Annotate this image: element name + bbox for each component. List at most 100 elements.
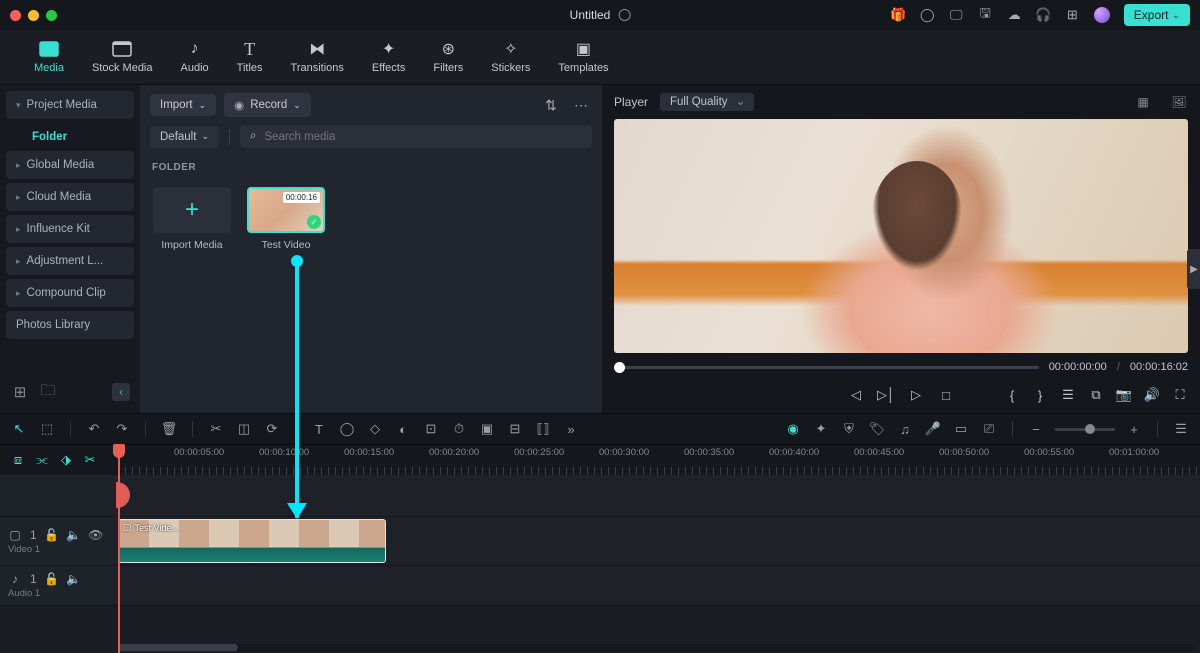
mixer-icon[interactable]: ⎚ [980, 420, 998, 438]
lock-icon[interactable]: 🔓 [45, 528, 59, 542]
play-pause-icon[interactable]: ▷│ [878, 387, 894, 403]
grid-icon[interactable]: ⊞ [1065, 8, 1080, 23]
close-window[interactable] [10, 10, 21, 21]
search-media[interactable]: ⌕ [240, 125, 592, 148]
render-icon[interactable]: ▭ [952, 420, 970, 438]
import-media-card[interactable]: + Import Media [152, 187, 232, 251]
group-icon[interactable]: ⟦⟧ [534, 420, 552, 438]
scrub-slider[interactable] [614, 366, 1039, 369]
zoom-out-icon[interactable]: − [1027, 420, 1045, 438]
tab-titles[interactable]: T Titles [237, 40, 263, 74]
expand-panel-icon[interactable]: ▶ [1187, 249, 1200, 289]
media-clip-card[interactable]: 00:00:16 ✓ Test Video [246, 187, 326, 251]
video-track-head[interactable]: ▢ 1 🔓 🔈 👁 Video 1 [0, 517, 118, 565]
mask-icon[interactable]: ◯ [338, 420, 356, 438]
sidebar-project-media[interactable]: ▾Project Media [6, 91, 134, 119]
timeline-ruler[interactable]: 00:00:05:00 00:00:10:00 00:00:15:00 00:0… [118, 445, 1200, 475]
undo-icon[interactable]: ↶ [85, 420, 103, 438]
tab-transitions[interactable]: ⧓ Transitions [291, 40, 344, 74]
track-icon[interactable]: ⊟ [506, 420, 524, 438]
sidebar-folder[interactable]: Folder [6, 123, 134, 151]
more-icon[interactable]: ⋯ [570, 94, 592, 116]
tab-templates[interactable]: ▣ Templates [558, 40, 608, 74]
sidebar-cloud-media[interactable]: ▸Cloud Media [6, 183, 134, 211]
keyframe-icon[interactable]: ◇ [366, 420, 384, 438]
snapshot-icon[interactable]: 📷 [1116, 387, 1132, 403]
marker2-icon[interactable]: ⬗ [58, 452, 74, 468]
zoom-in-icon[interactable]: + [1125, 420, 1143, 438]
track-spacer-lane[interactable] [118, 475, 1200, 516]
fullscreen-icon[interactable]: ⛶ [1172, 387, 1188, 403]
music-icon[interactable]: ♫ [896, 420, 914, 438]
mic-icon[interactable]: 🎤 [924, 420, 942, 438]
volume-icon[interactable]: 🔊 [1144, 387, 1160, 403]
new-folder-icon[interactable]: ⊞ [10, 383, 30, 401]
sidebar-global-media[interactable]: ▸Global Media [6, 151, 134, 179]
tab-effects[interactable]: ✦ Effects [372, 40, 405, 74]
select-tool-icon[interactable]: ⬚ [38, 420, 56, 438]
mute-icon[interactable]: 🔈 [67, 528, 81, 542]
picture-view-icon[interactable]: 🖼 [1170, 95, 1188, 109]
tab-stock-media[interactable]: Stock Media [92, 40, 153, 74]
redo-icon[interactable]: ↷ [113, 420, 131, 438]
play-icon[interactable]: ▷ [908, 387, 924, 403]
sidebar-adjustment-layer[interactable]: ▸Adjustment L... [6, 247, 134, 275]
monitor-icon[interactable]: 🖵 [949, 8, 964, 23]
tab-stickers[interactable]: ✧ Stickers [491, 40, 530, 74]
export-button[interactable]: Export ⌄ [1124, 4, 1190, 26]
text-icon[interactable]: T [310, 420, 328, 438]
sidebar-influence-kit[interactable]: ▸Influence Kit [6, 215, 134, 243]
detach-icon[interactable]: ⊡ [422, 420, 440, 438]
timer-icon[interactable]: ⏱ [450, 420, 468, 438]
player-tab[interactable]: Player [614, 95, 648, 109]
color-icon[interactable]: ◐ [394, 420, 412, 438]
record-button[interactable]: ◉Record⌄ [224, 93, 311, 117]
zoom-slider[interactable] [1055, 428, 1115, 431]
video-track-lane[interactable]: ▢ Test Vide... [118, 517, 1200, 565]
sidebar-compound-clip[interactable]: ▸Compound Clip [6, 279, 134, 307]
cut-icon[interactable]: ✂ [82, 452, 98, 468]
video-preview[interactable] [614, 119, 1188, 353]
circle-icon[interactable]: ◯ [920, 8, 935, 23]
brace-close-icon[interactable]: } [1032, 387, 1048, 403]
audio-track-head[interactable]: ♪ 1 🔓 🔈 Audio 1 [0, 566, 118, 605]
tab-filters[interactable]: ⊛ Filters [433, 40, 463, 74]
crop-icon[interactable]: ◫ [235, 420, 253, 438]
video-clip[interactable]: ▢ Test Vide... [118, 519, 386, 563]
list-icon[interactable]: ☰ [1060, 387, 1076, 403]
maximize-window[interactable] [46, 10, 57, 21]
tab-audio[interactable]: ♪ Audio [181, 40, 209, 74]
filter-icon[interactable]: ⇅ [540, 94, 562, 116]
collapse-sidebar-icon[interactable]: ‹ [112, 383, 130, 401]
magnet-icon[interactable]: ⧈ [10, 452, 26, 468]
headphones-icon[interactable]: 🎧 [1036, 8, 1051, 23]
more-tools-icon[interactable]: » [562, 420, 580, 438]
tab-media[interactable]: Media [34, 40, 64, 74]
audio-track-lane[interactable] [118, 566, 1200, 605]
save-icon[interactable]: 🖫 [978, 8, 993, 23]
marker-icon[interactable]: ▣ [478, 420, 496, 438]
quality-dropdown[interactable]: Full Quality [660, 93, 754, 111]
sidebar-photos-library[interactable]: Photos Library [6, 311, 134, 339]
tag-icon[interactable]: 🏷 [868, 420, 886, 438]
link-icon[interactable]: ⫘ [34, 452, 50, 468]
ai-icon[interactable]: ◉ [784, 420, 802, 438]
pip-icon[interactable]: ⧉ [1088, 387, 1104, 403]
folder-icon[interactable]: 🗀 [38, 383, 58, 401]
split-icon[interactable]: ✂ [207, 420, 225, 438]
import-button[interactable]: Import⌄ [150, 94, 216, 116]
cloud-icon[interactable]: ☁ [1007, 8, 1022, 23]
pointer-tool-icon[interactable]: ↖ [10, 420, 28, 438]
user-avatar[interactable] [1094, 7, 1110, 23]
search-input[interactable] [264, 131, 582, 143]
stop-icon[interactable]: □ [938, 387, 954, 403]
brace-open-icon[interactable]: { [1004, 387, 1020, 403]
mute-icon[interactable]: 🔈 [67, 572, 81, 586]
playhead[interactable] [118, 445, 120, 653]
lock-icon[interactable]: 🔓 [45, 572, 59, 586]
timeline-scrollbar[interactable] [118, 644, 1194, 651]
enhance-icon[interactable]: ✦ [812, 420, 830, 438]
speed-icon[interactable]: ⟳ [263, 420, 281, 438]
gift-icon[interactable]: 🎁 [891, 8, 906, 23]
eye-icon[interactable]: 👁 [89, 528, 103, 542]
